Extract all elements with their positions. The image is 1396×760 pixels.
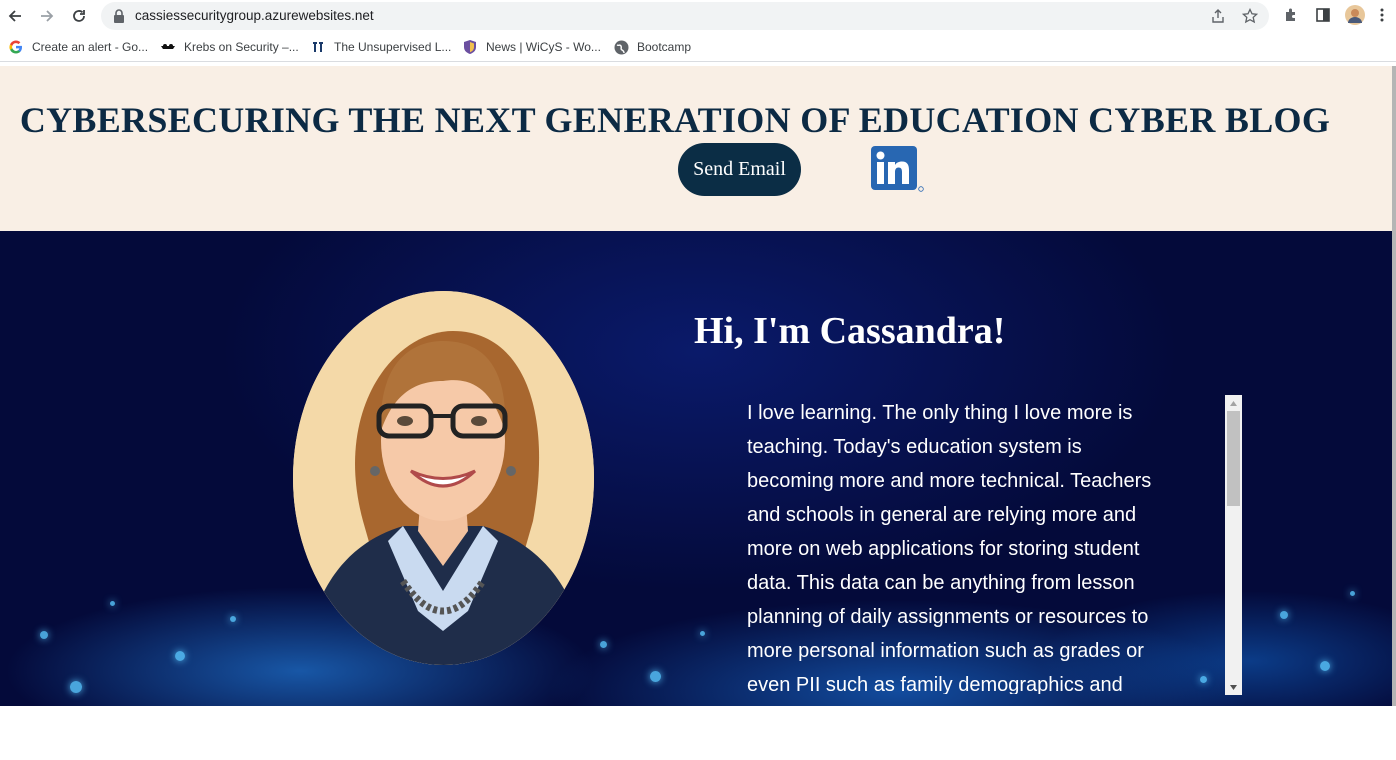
lock-icon [114, 9, 124, 23]
url-text: cassiessecuritygroup.azurewebsites.net [135, 8, 374, 23]
star-icon [1242, 8, 1258, 24]
linkedin-icon [871, 146, 924, 192]
hero-section: Hi, I'm Cassandra! I love learning. The … [0, 231, 1392, 706]
bookmark-wicys[interactable]: News | WiCyS - Wo... [462, 38, 601, 56]
bookmarks-bar: Create an alert - Go... Krebs on Securit… [0, 32, 1396, 62]
extensions-button[interactable] [1281, 5, 1301, 25]
profile-avatar[interactable] [1345, 5, 1365, 25]
bookmark-label: Bootcamp [637, 40, 692, 54]
kebab-menu-icon [1380, 8, 1384, 22]
google-icon [8, 39, 24, 55]
scroll-up-arrow[interactable] [1225, 396, 1242, 410]
share-icon [1212, 9, 1224, 23]
caret-down-icon [1230, 684, 1237, 690]
back-arrow-icon [8, 10, 21, 22]
address-bar[interactable]: cassiessecuritygroup.azurewebsites.net [101, 2, 1269, 30]
intro-heading: Hi, I'm Cassandra! [694, 310, 1006, 352]
bookmark-label: News | WiCyS - Wo... [486, 40, 601, 54]
wicys-icon [462, 39, 478, 55]
site-title: CYBERSECURING THE NEXT GENERATION OF EDU… [19, 100, 1331, 140]
share-button[interactable] [1209, 7, 1227, 25]
unsupervised-icon [310, 39, 326, 55]
bookmark-label: Create an alert - Go... [32, 40, 149, 54]
bookmark-label: Krebs on Security –... [184, 40, 299, 54]
profile-photo [293, 291, 594, 665]
krebs-icon [160, 39, 176, 55]
bookmark-bootcamp[interactable]: Bootcamp [613, 38, 691, 56]
side-panel-icon [1316, 8, 1330, 22]
reload-icon [73, 10, 85, 22]
caret-up-icon [1230, 400, 1237, 406]
window-scrollbar[interactable] [1392, 66, 1396, 706]
scroll-thumb[interactable] [1227, 411, 1240, 506]
bookmark-star-button[interactable] [1241, 7, 1259, 25]
bio-scroll-box[interactable]: I love learning. The only thing I love m… [747, 396, 1167, 694]
page-content: CYBERSECURING THE NEXT GENERATION OF EDU… [0, 66, 1392, 760]
browser-toolbar: cassiessecuritygroup.azurewebsites.net [0, 0, 1396, 32]
bio-text: I love learning. The only thing I love m… [747, 402, 1152, 694]
puzzle-icon [1286, 8, 1295, 21]
bio-scrollbar[interactable] [1225, 395, 1242, 695]
bookmark-unsupervised[interactable]: The Unsupervised L... [310, 38, 451, 56]
back-button[interactable] [3, 4, 27, 28]
avatar-icon [1345, 5, 1365, 25]
bookmark-label: The Unsupervised L... [334, 40, 452, 54]
bookmark-krebs[interactable]: Krebs on Security –... [160, 38, 299, 56]
globe-icon [613, 39, 629, 55]
send-email-button[interactable]: Send Email [678, 143, 801, 196]
reload-button[interactable] [67, 4, 91, 28]
portrait-image [293, 291, 594, 665]
scroll-down-arrow[interactable] [1225, 680, 1242, 694]
bookmark-create-alert[interactable]: Create an alert - Go... [8, 38, 148, 56]
linkedin-link[interactable] [871, 146, 926, 193]
forward-button[interactable] [35, 4, 59, 28]
side-panel-button[interactable] [1313, 5, 1333, 25]
site-header: CYBERSECURING THE NEXT GENERATION OF EDU… [0, 66, 1392, 231]
menu-button[interactable] [1372, 5, 1392, 25]
forward-arrow-icon [41, 10, 54, 22]
